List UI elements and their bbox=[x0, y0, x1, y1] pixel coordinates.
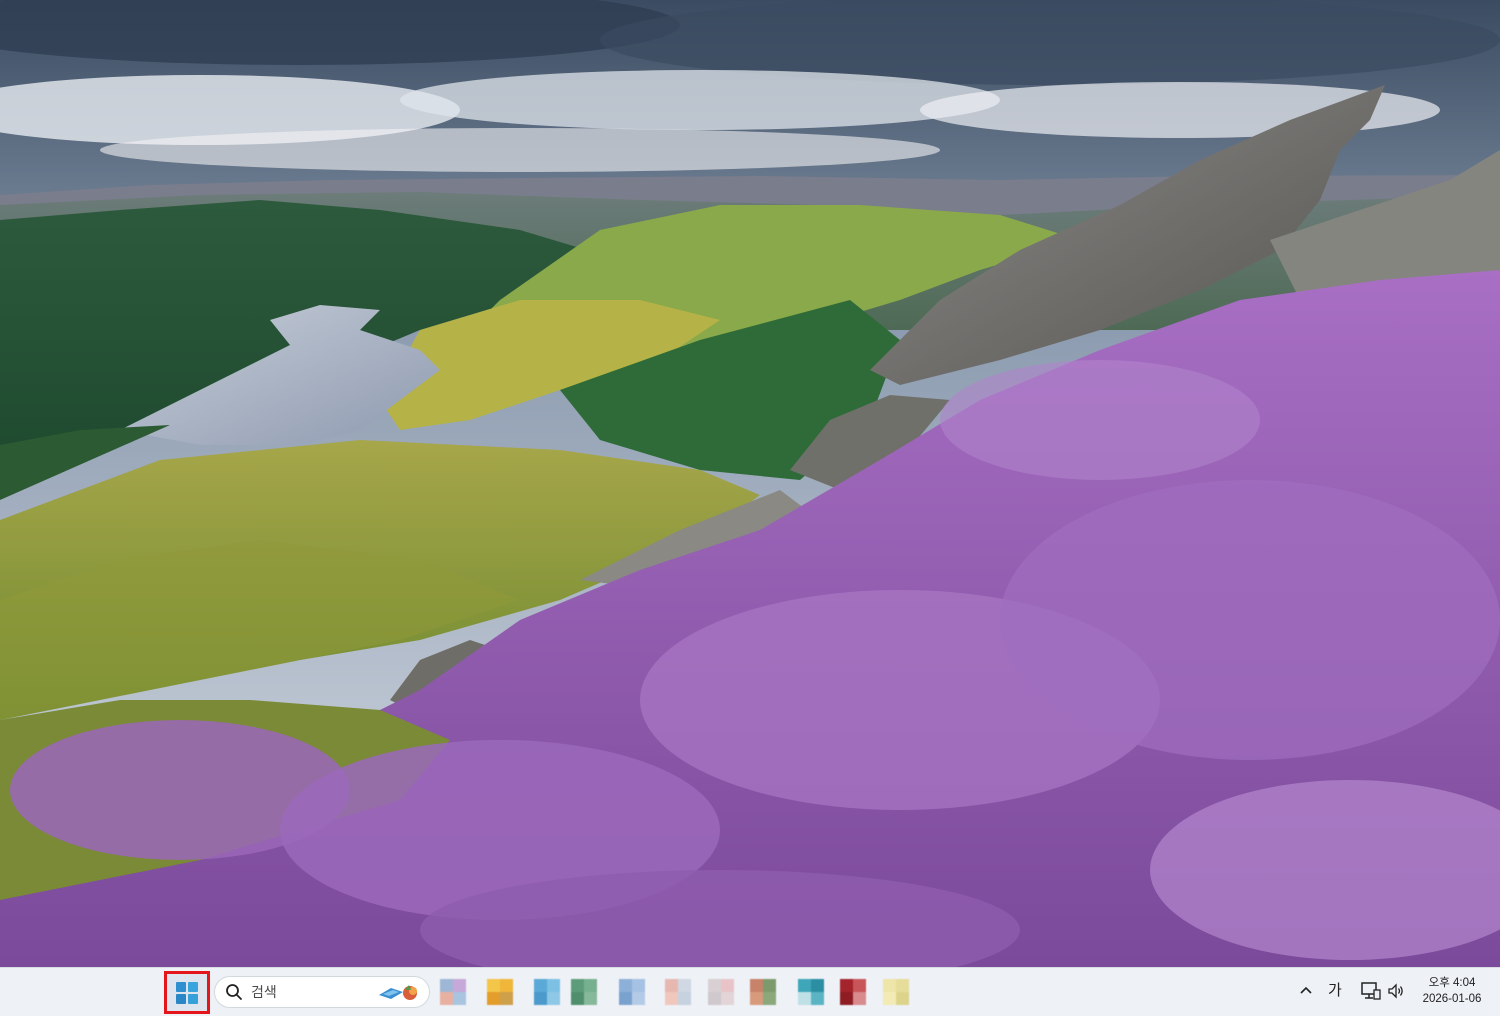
app-3-icon[interactable] bbox=[534, 979, 560, 1005]
app-8-icon[interactable] bbox=[750, 979, 776, 1005]
chevron-up-icon[interactable] bbox=[1297, 982, 1315, 1000]
app-10-icon[interactable] bbox=[840, 979, 866, 1005]
app-7-icon[interactable] bbox=[708, 979, 734, 1005]
clock[interactable]: 오후 4:04 2026-01-06 bbox=[1412, 975, 1492, 1007]
app-4-icon[interactable] bbox=[571, 979, 597, 1005]
ime-indicator[interactable]: 가 bbox=[1328, 979, 1342, 1000]
app-5-icon[interactable] bbox=[619, 979, 645, 1005]
app-6-icon[interactable] bbox=[665, 979, 691, 1005]
windows-logo-icon bbox=[176, 981, 198, 1004]
search-box[interactable]: 검색 bbox=[214, 976, 430, 1008]
network-icon[interactable] bbox=[1359, 981, 1381, 1001]
volume-icon[interactable] bbox=[1387, 982, 1405, 1000]
app-11-icon[interactable] bbox=[883, 979, 909, 1005]
taskbar: 검색 가 오후 4:04 2026-01-06 bbox=[0, 967, 1500, 1016]
app-9-icon[interactable] bbox=[798, 979, 824, 1005]
clock-date: 2026-01-06 bbox=[1422, 993, 1482, 1005]
clock-time: 오후 4:04 bbox=[1428, 977, 1476, 989]
desktop bbox=[0, 0, 1500, 967]
landscape-wallpaper bbox=[0, 0, 1500, 967]
start-button[interactable] bbox=[164, 971, 210, 1014]
search-highlight-icon bbox=[379, 985, 417, 1000]
app-2-icon[interactable] bbox=[487, 979, 513, 1005]
app-1-icon[interactable] bbox=[440, 979, 466, 1005]
search-icon bbox=[226, 984, 242, 1000]
